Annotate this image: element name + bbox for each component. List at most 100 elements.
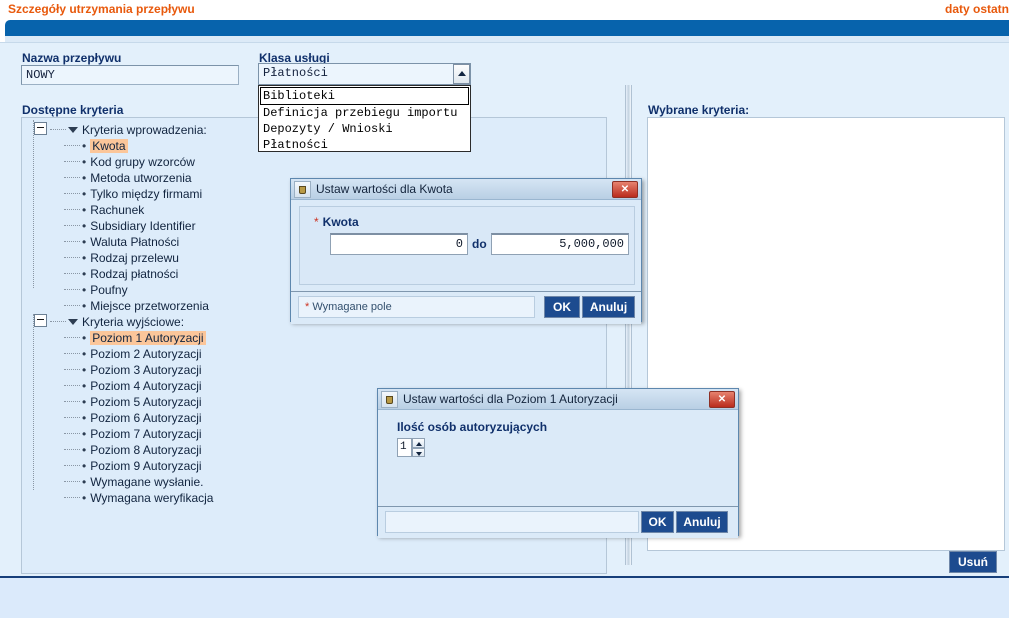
tree-item-label: Poziom 4 Autoryzacji [90, 379, 202, 393]
dialog-title: Ustaw wartości dla Poziom 1 Autoryzacji [403, 392, 618, 406]
dialog-content-panel: * Kwota 0 do 5,000,000 [299, 206, 635, 285]
dialog-title: Ustaw wartości dla Kwota [316, 182, 453, 196]
tree-connector [64, 225, 80, 226]
flow-name-label: Nazwa przepływu [22, 51, 122, 65]
tree-item-label: Poziom 7 Autoryzacji [90, 427, 202, 441]
stepper-buttons[interactable] [412, 438, 425, 457]
tree-item-label: Miejsce przetworzenia [90, 299, 209, 313]
dialog-footer: * Wymagane pole OK Anuluj [291, 291, 641, 324]
tree-connector [64, 369, 80, 370]
bullet-icon: • [82, 155, 87, 169]
dropdown-option[interactable]: Płatności [260, 137, 469, 153]
blue-header-bar [5, 20, 1009, 36]
tree-item-label: Poziom 3 Autoryzacji [90, 363, 202, 377]
stepper-value[interactable]: 1 [397, 438, 412, 457]
dropdown-option[interactable]: Depozyty / Wnioski [260, 121, 469, 137]
tree-connector [64, 257, 80, 258]
tree-connector [50, 129, 66, 130]
tree-connector [64, 161, 80, 162]
bullet-icon: • [82, 347, 87, 361]
tree-item-label: Rachunek [90, 203, 145, 217]
required-marker: * [314, 215, 319, 229]
bullet-icon: • [82, 251, 87, 265]
available-criteria-label: Dostępne kryteria [22, 103, 124, 117]
delete-button[interactable]: Usuń [949, 551, 997, 573]
dialog-poziom-cancel-button[interactable]: Anuluj [676, 511, 728, 533]
tree-item-label: Poziom 6 Autoryzacji [90, 411, 202, 425]
top-banner: Szczegóły utrzymania przepływu daty osta… [0, 0, 1009, 20]
tree-item[interactable]: • Poziom 3 Autoryzacji [28, 362, 606, 378]
tree-connector [64, 385, 80, 386]
tree-connector [64, 481, 80, 482]
dialog-content-panel: Ilość osób autoryzujących 1 [385, 416, 732, 501]
tree-item-label: Poziom 8 Autoryzacji [90, 443, 202, 457]
tree-item-label: Wymagane wysłanie. [90, 475, 204, 489]
application-window: Szczegóły utrzymania przepływu daty osta… [0, 0, 1009, 618]
chevron-down-icon[interactable] [412, 447, 425, 457]
bullet-icon: • [82, 331, 87, 345]
collapse-icon[interactable] [34, 314, 47, 327]
dialog-kwota-cancel-button[interactable]: Anuluj [582, 296, 635, 318]
service-class-dropdown-list[interactable]: Biblioteki Definicja przebiegu importu D… [258, 85, 471, 152]
bullet-icon: • [82, 299, 87, 313]
tree-item-label: Subsidiary Identifier [90, 219, 196, 233]
tree-connector [64, 209, 80, 210]
kwota-from-input[interactable]: 0 [330, 233, 468, 255]
bullet-icon: • [82, 267, 87, 281]
kwota-to-input[interactable]: 5,000,000 [491, 233, 629, 255]
selected-criteria-label: Wybrane kryteria: [648, 103, 750, 117]
tree-item-label: Poziom 1 Autoryzacji [90, 331, 206, 345]
close-icon[interactable]: ✕ [709, 391, 735, 408]
tree-guide-line [33, 314, 34, 490]
folder-caret-icon [68, 319, 78, 325]
bullet-icon: • [82, 139, 87, 153]
tree-connector [64, 241, 80, 242]
tree-connector [64, 337, 80, 338]
tree-item[interactable]: • Poziom 2 Autoryzacji [28, 346, 606, 362]
bullet-icon: • [82, 219, 87, 233]
tree-item-label: Rodzaj przelewu [90, 251, 179, 265]
service-class-value: Płatności [263, 66, 328, 80]
close-icon[interactable]: ✕ [612, 181, 638, 198]
dialog-poziom-ok-button[interactable]: OK [641, 511, 674, 533]
service-class-combo[interactable]: Płatności [258, 63, 471, 85]
tree-item-label: Metoda utworzenia [90, 171, 192, 185]
tree-item[interactable]: • Kod grupy wzorców [28, 154, 606, 170]
bullet-icon: • [82, 411, 87, 425]
authorizers-count-stepper[interactable]: 1 [397, 438, 425, 457]
tree-item-label: Waluta Płatności [90, 235, 180, 249]
tree-item[interactable]: • Poziom 1 Autoryzacji [28, 330, 606, 346]
dialog-titlebar[interactable]: Ustaw wartości dla Poziom 1 Autoryzacji … [378, 389, 738, 410]
tree-item-label: Poziom 5 Autoryzacji [90, 395, 202, 409]
dialog-set-value-poziom[interactable]: Ustaw wartości dla Poziom 1 Autoryzacji … [377, 388, 739, 538]
page-title: Szczegóły utrzymania przepływu [8, 2, 195, 16]
tree-connector [64, 417, 80, 418]
tree-item-label: Rodzaj płatności [90, 267, 179, 281]
tree-connector [64, 433, 80, 434]
bullet-icon: • [82, 459, 87, 473]
tree-connector [64, 353, 80, 354]
tree-connector [64, 145, 80, 146]
flow-name-input[interactable]: NOWY [21, 65, 239, 85]
dialog-titlebar[interactable]: Ustaw wartości dla Kwota ✕ [291, 179, 641, 200]
authorizers-count-label: Ilość osób autoryzujących [397, 420, 548, 434]
tree-item-label: Kwota [90, 139, 128, 153]
dialog-kwota-ok-button[interactable]: OK [544, 296, 580, 318]
tree-item-label: Poziom 2 Autoryzacji [90, 347, 202, 361]
tree-connector [64, 273, 80, 274]
dialog-set-value-kwota[interactable]: Ustaw wartości dla Kwota ✕ * Kwota 0 do 5… [290, 178, 642, 324]
collapse-icon[interactable] [34, 122, 47, 135]
required-note-text: Wymagane pole [312, 301, 392, 313]
dropdown-option[interactable]: Definicja przebiegu importu [260, 105, 469, 121]
chevron-up-icon[interactable] [453, 64, 470, 84]
tree-connector [64, 497, 80, 498]
bottom-toolbar: ZatwierdźUstaw ponownieNastępnaListaInne… [0, 576, 1009, 618]
tree-connector [64, 193, 80, 194]
java-app-icon [294, 180, 311, 198]
kwota-range-separator-label: do [472, 237, 487, 251]
java-app-icon [381, 390, 398, 408]
bullet-icon: • [82, 363, 87, 377]
chevron-up-icon[interactable] [412, 438, 425, 448]
dropdown-option[interactable]: Biblioteki [260, 87, 469, 105]
tree-guide-line [33, 120, 34, 288]
